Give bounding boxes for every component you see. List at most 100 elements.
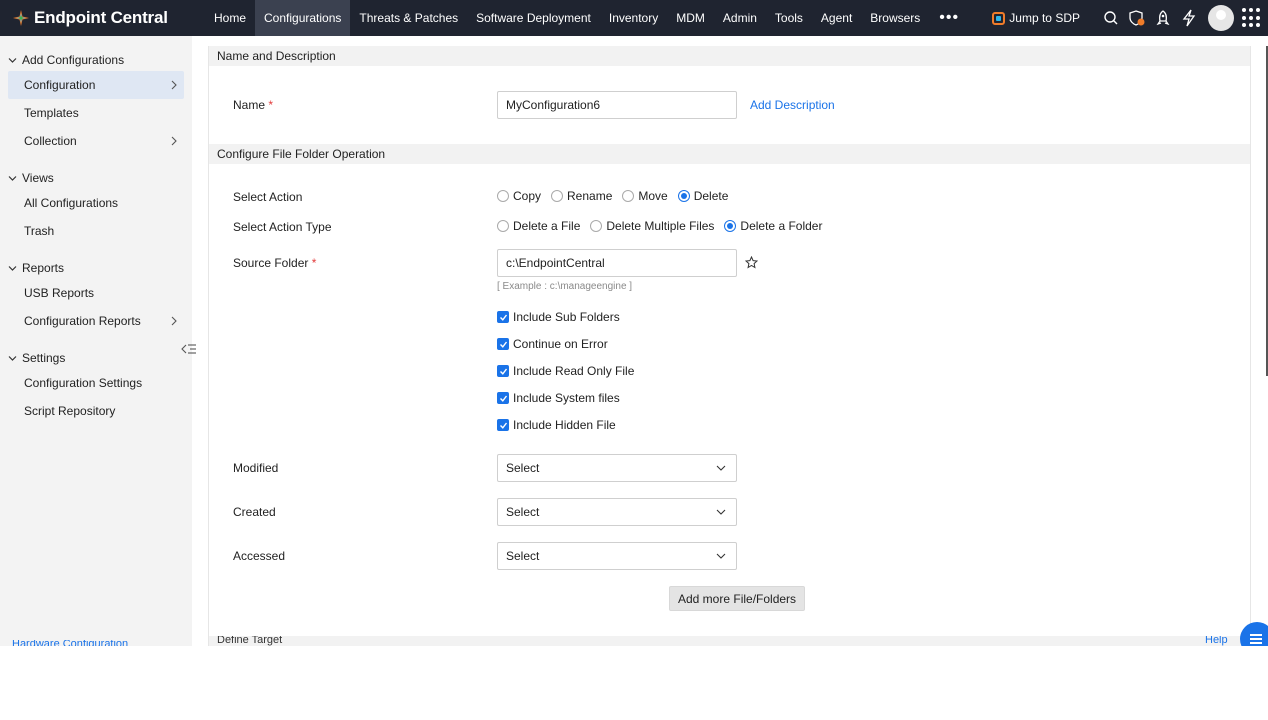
brand[interactable]: Endpoint Central [0,8,205,28]
radio-circle[interactable] [590,220,603,232]
radio-circle[interactable] [551,190,564,202]
radio-rename[interactable]: Rename [551,189,612,203]
nav-tools[interactable]: Tools [766,0,812,36]
app-grid-icon[interactable] [1242,8,1262,28]
nav-software-deployment[interactable]: Software Deployment [467,0,600,36]
nav-configurations[interactable]: Configurations [255,0,351,36]
search-icon[interactable] [1098,0,1124,36]
radio-circle-selected[interactable] [677,190,690,202]
radio-circle[interactable] [497,190,509,202]
section-reports[interactable]: Reports [0,257,192,279]
created-select[interactable]: Select [497,498,737,526]
radio-delete-multiple-files[interactable]: Delete Multiple Files [590,219,714,233]
shield-icon[interactable] [1124,0,1150,36]
define-target-title: Define Target [217,636,283,646]
radio-delete-a-folder[interactable]: Delete a Folder [724,219,822,233]
nav-home[interactable]: Home [205,0,255,36]
chevron-down-icon [8,57,17,63]
checkbox-include-sub-folders[interactable]: Include Sub Folders [497,310,620,324]
sidebar-footer-link[interactable]: Hardware Configuration [12,640,172,646]
nav-inventory[interactable]: Inventory [600,0,667,36]
radio-circle[interactable] [622,190,635,202]
checkbox-continue-on-error[interactable]: Continue on Error [497,337,608,351]
chevron-down-icon [8,355,17,361]
endpoint-central-logo-icon [13,10,29,26]
sidebar-item-label: Templates [24,106,79,120]
section-title: Reports [22,261,65,275]
name-input[interactable]: MyConfiguration6 [497,91,737,119]
checkbox-checked-icon[interactable] [497,311,509,323]
chevron-right-icon [171,136,177,146]
section-views[interactable]: Views [0,167,192,189]
sidebar-item-templates[interactable]: Templates [8,99,184,127]
sidebar-item-label: USB Reports [24,286,95,300]
source-folder-input[interactable]: c:\EndpointCentral [497,249,737,277]
nav-threats-patches[interactable]: Threats & Patches [350,0,467,36]
sidebar-item-trash[interactable]: Trash [8,217,184,245]
sidebar: Add Configurations Configuration Templat… [0,36,196,646]
main-nav: Home Configurations Threats & Patches So… [205,0,969,36]
sidebar-item-configuration-reports[interactable]: Configuration Reports [8,307,184,335]
sidebar-item-collection[interactable]: Collection [8,127,184,155]
sidebar-item-configuration-settings[interactable]: Configuration Settings [8,369,184,397]
main-content: Name and Description Name * MyConfigurat… [208,46,1252,646]
radio-copy[interactable]: Copy [497,189,541,203]
chevron-down-icon [8,175,17,181]
chevron-down-icon [716,553,726,559]
jump-label: Jump to SDP [1009,11,1080,25]
checkbox-checked-icon[interactable] [497,365,509,377]
sdp-icon [992,11,1006,25]
sidebar-item-label: Collection [24,134,77,148]
radio-circle[interactable] [497,220,509,232]
modified-select[interactable]: Select [497,454,737,482]
checkbox-checked-icon[interactable] [497,419,509,431]
sidebar-item-configuration[interactable]: Configuration [8,71,184,99]
action-radio-group: Copy Rename Move Delete [497,189,738,203]
add-description-link[interactable]: Add Description [750,98,835,112]
user-avatar[interactable] [1208,5,1234,31]
modified-label: Modified [233,461,279,475]
add-more-files-button[interactable]: Add more File/Folders [669,586,806,611]
select-action-type-label: Select Action Type [233,220,332,234]
radio-move[interactable]: Move [622,189,668,203]
accessed-select[interactable]: Select [497,542,737,570]
sidebar-item-usb-reports[interactable]: USB Reports [8,279,184,307]
help-link[interactable]: Help [1205,636,1228,646]
jump-to-sdp-link[interactable]: Jump to SDP [992,11,1080,25]
nav-admin[interactable]: Admin [714,0,766,36]
chevron-right-icon [171,80,177,90]
nav-agent[interactable]: Agent [812,0,861,36]
checkbox-include-system-files[interactable]: Include System files [497,391,620,405]
nav-browsers[interactable]: Browsers [861,0,929,36]
sidebar-item-script-repository[interactable]: Script Repository [8,397,184,425]
section-define-target: Define Target Help [209,636,1252,646]
checkbox-include-read-only-file[interactable]: Include Read Only File [497,364,634,378]
sidebar-item-label: All Configurations [24,196,119,210]
collapse-sidebar-icon[interactable] [181,342,197,356]
action-type-radio-group: Delete a File Delete Multiple Files Dele… [497,219,832,233]
sidebar-item-all-configurations[interactable]: All Configurations [8,189,184,217]
section-title: Views [22,171,54,185]
rocket-icon[interactable] [1150,0,1176,36]
section-title: Add Configurations [22,53,125,67]
sidebar-item-label: Configuration [24,78,96,92]
created-label: Created [233,505,276,519]
radio-delete-a-file[interactable]: Delete a File [497,219,580,233]
checkbox-checked-icon[interactable] [497,338,509,350]
section-add-configurations[interactable]: Add Configurations [0,49,192,71]
chevron-down-icon [716,465,726,471]
more-options-icon[interactable]: ••• [929,0,969,36]
section-settings[interactable]: Settings [0,347,192,369]
chevron-right-icon [171,316,177,326]
chevron-down-icon [8,265,17,271]
lightning-icon[interactable] [1176,0,1202,36]
radio-delete[interactable]: Delete [677,189,728,203]
section-name-description: Name and Description [209,46,1250,66]
nav-mdm[interactable]: MDM [667,0,714,36]
name-label: Name * [233,98,274,112]
star-icon[interactable] [745,256,758,269]
chevron-down-icon [716,509,726,515]
radio-circle-selected[interactable] [724,220,737,232]
checkbox-checked-icon[interactable] [497,392,509,404]
checkbox-include-hidden-file[interactable]: Include Hidden File [497,418,616,432]
